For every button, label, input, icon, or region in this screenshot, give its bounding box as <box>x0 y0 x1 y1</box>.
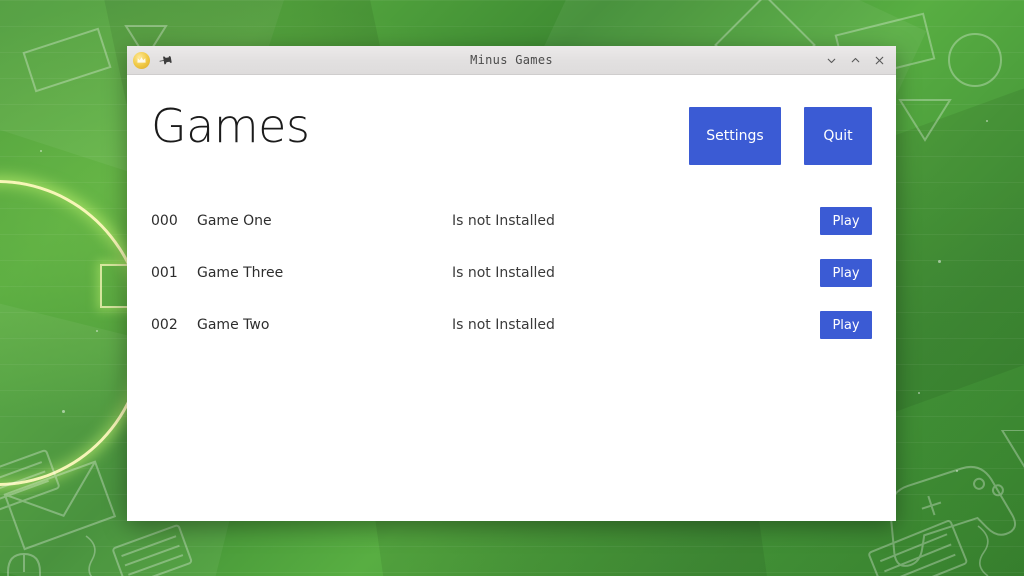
minimize-button[interactable] <box>820 49 842 71</box>
game-action-cell: Play <box>792 207 872 235</box>
game-index: 000 <box>151 213 178 229</box>
bg-speck <box>918 392 920 394</box>
bg-speck <box>956 470 958 472</box>
bg-speck <box>40 150 42 152</box>
play-button[interactable]: Play <box>820 259 872 287</box>
title-bar-left-group <box>133 51 174 69</box>
table-row: 001 Game Three Is not Installed Play <box>151 247 872 299</box>
game-index: 002 <box>151 317 178 333</box>
game-action-cell: Play <box>792 311 872 339</box>
game-name: Game One <box>197 213 272 229</box>
application-window: Minus Games Games Settings Quit 000 Game… <box>127 46 896 521</box>
close-button[interactable] <box>868 49 890 71</box>
game-name: Game Three <box>197 265 284 281</box>
game-status: Is not Installed <box>452 317 555 333</box>
glow-arc-decoration <box>0 180 146 486</box>
game-action-cell: Play <box>792 259 872 287</box>
crown-app-icon <box>133 51 150 69</box>
play-button[interactable]: Play <box>820 207 872 235</box>
game-status: Is not Installed <box>452 265 555 281</box>
pin-icon[interactable] <box>158 52 174 68</box>
game-status: Is not Installed <box>452 213 555 229</box>
bg-speck <box>96 330 98 332</box>
window-controls <box>820 49 890 71</box>
window-title-bar[interactable]: Minus Games <box>127 46 896 75</box>
bg-speck <box>62 410 65 413</box>
window-content: Games Settings Quit 000 Game One Is not … <box>127 75 896 521</box>
desktop-background: Minus Games Games Settings Quit 000 Game… <box>0 0 1024 576</box>
quit-button[interactable]: Quit <box>804 107 872 165</box>
header-actions: Settings Quit <box>689 107 872 165</box>
page-header: Games Settings Quit <box>151 75 872 165</box>
game-index: 001 <box>151 265 178 281</box>
bg-speck <box>938 260 941 263</box>
maximize-button[interactable] <box>844 49 866 71</box>
settings-button[interactable]: Settings <box>689 107 781 165</box>
table-row: 000 Game One Is not Installed Play <box>151 195 872 247</box>
game-name: Game Two <box>197 317 270 333</box>
table-row: 002 Game Two Is not Installed Play <box>151 299 872 351</box>
window-title: Minus Games <box>470 53 553 67</box>
page-title: Games <box>151 99 310 153</box>
bg-speck <box>986 120 988 122</box>
play-button[interactable]: Play <box>820 311 872 339</box>
games-list: 000 Game One Is not Installed Play 001 G… <box>151 195 872 351</box>
